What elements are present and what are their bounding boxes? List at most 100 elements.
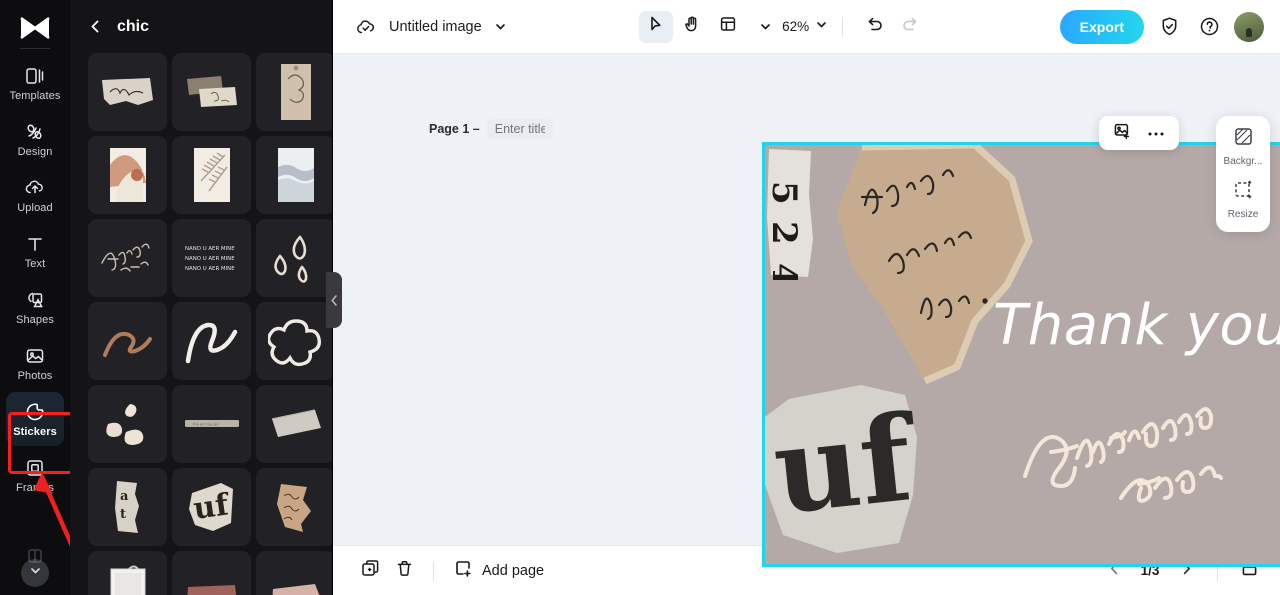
clover-outline-shape-icon: [267, 319, 321, 367]
hand-tool-button[interactable]: [675, 11, 709, 43]
sticker-item[interactable]: [256, 302, 332, 380]
sticker-item[interactable]: [88, 136, 167, 214]
canvas-area: Page 1 – Enter title 5 2 4 Thank you uf …: [333, 54, 1280, 567]
thin-tape-strip-icon: the art the spi: [184, 420, 239, 427]
brown-brush-stroke-icon: [102, 332, 152, 357]
duplicate-page-icon: [361, 559, 380, 583]
sticker-item[interactable]: [172, 136, 251, 214]
thank-you-text[interactable]: Thank you: [993, 293, 1280, 358]
sidebar-item-label: Templates: [9, 89, 61, 102]
sticker-item[interactable]: uf: [172, 468, 251, 546]
sidebar-item-label: Frames: [16, 481, 54, 494]
grey-tape-piece-icon: [271, 409, 321, 437]
toolbar-divider: [842, 16, 844, 37]
sticker-item[interactable]: [256, 551, 332, 595]
sidebar-item-label: Shapes: [16, 313, 54, 326]
panel-title: chic: [117, 17, 150, 35]
sticker-item[interactable]: [172, 551, 251, 595]
sticker-item[interactable]: [88, 53, 167, 131]
afternoon-tea-script-text[interactable]: [1021, 400, 1280, 510]
duplicate-page-button[interactable]: [353, 555, 387, 587]
loop-doodles-icon: [273, 235, 307, 283]
layout-tool-button[interactable]: [711, 11, 745, 43]
sticker-item[interactable]: [256, 219, 332, 297]
rail-bottom-group: [0, 548, 70, 587]
sidebar-item-templates[interactable]: Templates: [6, 56, 64, 110]
chevron-left-icon[interactable]: [88, 19, 103, 34]
background-icon: [1233, 126, 1254, 152]
sticker-item[interactable]: [172, 53, 251, 131]
white-squiggle-stroke-icon: [185, 322, 237, 364]
add-page-icon: [454, 559, 473, 583]
ellipsis-icon: [1147, 124, 1165, 142]
help-circle-icon[interactable]: [1194, 12, 1224, 42]
letter-uf-scrap-sticker[interactable]: uf: [765, 385, 930, 555]
sidebar-item-label: Stickers: [13, 425, 57, 438]
partial-hidden-icon: [24, 548, 46, 571]
paint-blobs-icon: [105, 404, 143, 445]
add-page-button[interactable]: Add page: [446, 555, 552, 587]
sticker-item[interactable]: the art the spi: [172, 385, 251, 463]
layout-chevron-down-icon[interactable]: [759, 20, 772, 33]
rail-divider: [20, 48, 50, 49]
abstract-leaf-poster-icon: [109, 148, 146, 202]
two-paper-scraps-icon: [186, 76, 237, 107]
page-title-input[interactable]: [486, 119, 553, 139]
top-toolbar: Untitled image 62% Export: [333, 0, 1280, 54]
resize-button[interactable]: Resize: [1217, 179, 1269, 220]
sticker-item[interactable]: [256, 385, 332, 463]
redo-icon: [901, 15, 920, 39]
svg-text:NANO U AER MINE: NANO U AER MINE: [185, 266, 235, 272]
add-image-button[interactable]: [1107, 119, 1137, 147]
cloud-saved-icon: [355, 17, 377, 37]
resize-label: Resize: [1227, 209, 1259, 220]
sidebar-item-text[interactable]: Text: [6, 224, 64, 278]
sticker-item[interactable]: [256, 53, 332, 131]
undo-button[interactable]: [857, 11, 891, 43]
sticker-item[interactable]: [88, 302, 167, 380]
capcut-logo-icon[interactable]: [15, 12, 55, 44]
chevron-down-icon[interactable]: [494, 20, 507, 33]
sidebar-item-frames[interactable]: Frames: [6, 448, 64, 502]
sticker-item[interactable]: NANO U AER MINE NANO U AER MINE NANO U A…: [172, 219, 251, 297]
more-options-button[interactable]: [1141, 119, 1171, 147]
hand-icon: [683, 15, 701, 38]
white-frame-object-icon: [110, 565, 145, 595]
shield-check-icon[interactable]: [1154, 12, 1184, 42]
canvas-side-panel: Backgr... Resize: [1216, 116, 1270, 232]
zoom-control[interactable]: 62%: [782, 18, 828, 36]
sidebar-item-design[interactable]: Design: [6, 112, 64, 166]
collapse-panel-handle[interactable]: [326, 272, 342, 328]
sidebar-item-label: Upload: [17, 201, 53, 214]
templates-icon: [24, 65, 46, 87]
palm-shadow-poster-icon: [193, 148, 230, 202]
sticker-item[interactable]: [256, 136, 332, 214]
design-canvas[interactable]: 5 2 4 Thank you uf: [762, 142, 1280, 567]
sticker-item[interactable]: [172, 302, 251, 380]
resize-icon: [1233, 179, 1254, 205]
sidebar-item-stickers[interactable]: Stickers: [6, 392, 64, 446]
sticker-item[interactable]: [88, 551, 167, 595]
sidebar-item-upload[interactable]: Upload: [6, 168, 64, 222]
top-right-group: Export: [1059, 9, 1264, 44]
sticker-item[interactable]: [256, 468, 332, 546]
sketch-card-icon: [280, 64, 311, 120]
redo-button[interactable]: [893, 11, 927, 43]
select-tool-button[interactable]: [639, 10, 674, 43]
left-nav-rail: Templates Design Upload Text Shapes Phot…: [0, 0, 70, 595]
avatar[interactable]: [1234, 11, 1264, 42]
delete-page-button[interactable]: [387, 555, 421, 587]
sidebar-item-label: Design: [17, 145, 53, 158]
undo-icon: [865, 15, 884, 39]
sticker-item[interactable]: [88, 219, 167, 297]
svg-text:4: 4: [765, 263, 804, 280]
svg-text:5: 5: [765, 181, 804, 205]
sidebar-item-shapes[interactable]: Shapes: [6, 280, 64, 334]
sticker-item[interactable]: at: [88, 468, 167, 546]
sticker-item[interactable]: [88, 385, 167, 463]
document-title[interactable]: Untitled image: [389, 19, 482, 35]
export-button[interactable]: Export: [1059, 9, 1144, 44]
sidebar-item-photos[interactable]: Photos: [6, 336, 64, 390]
background-button[interactable]: Backgr...: [1217, 126, 1269, 167]
editor-area: Untitled image 62% Export Page 1 – Enter…: [333, 0, 1280, 595]
